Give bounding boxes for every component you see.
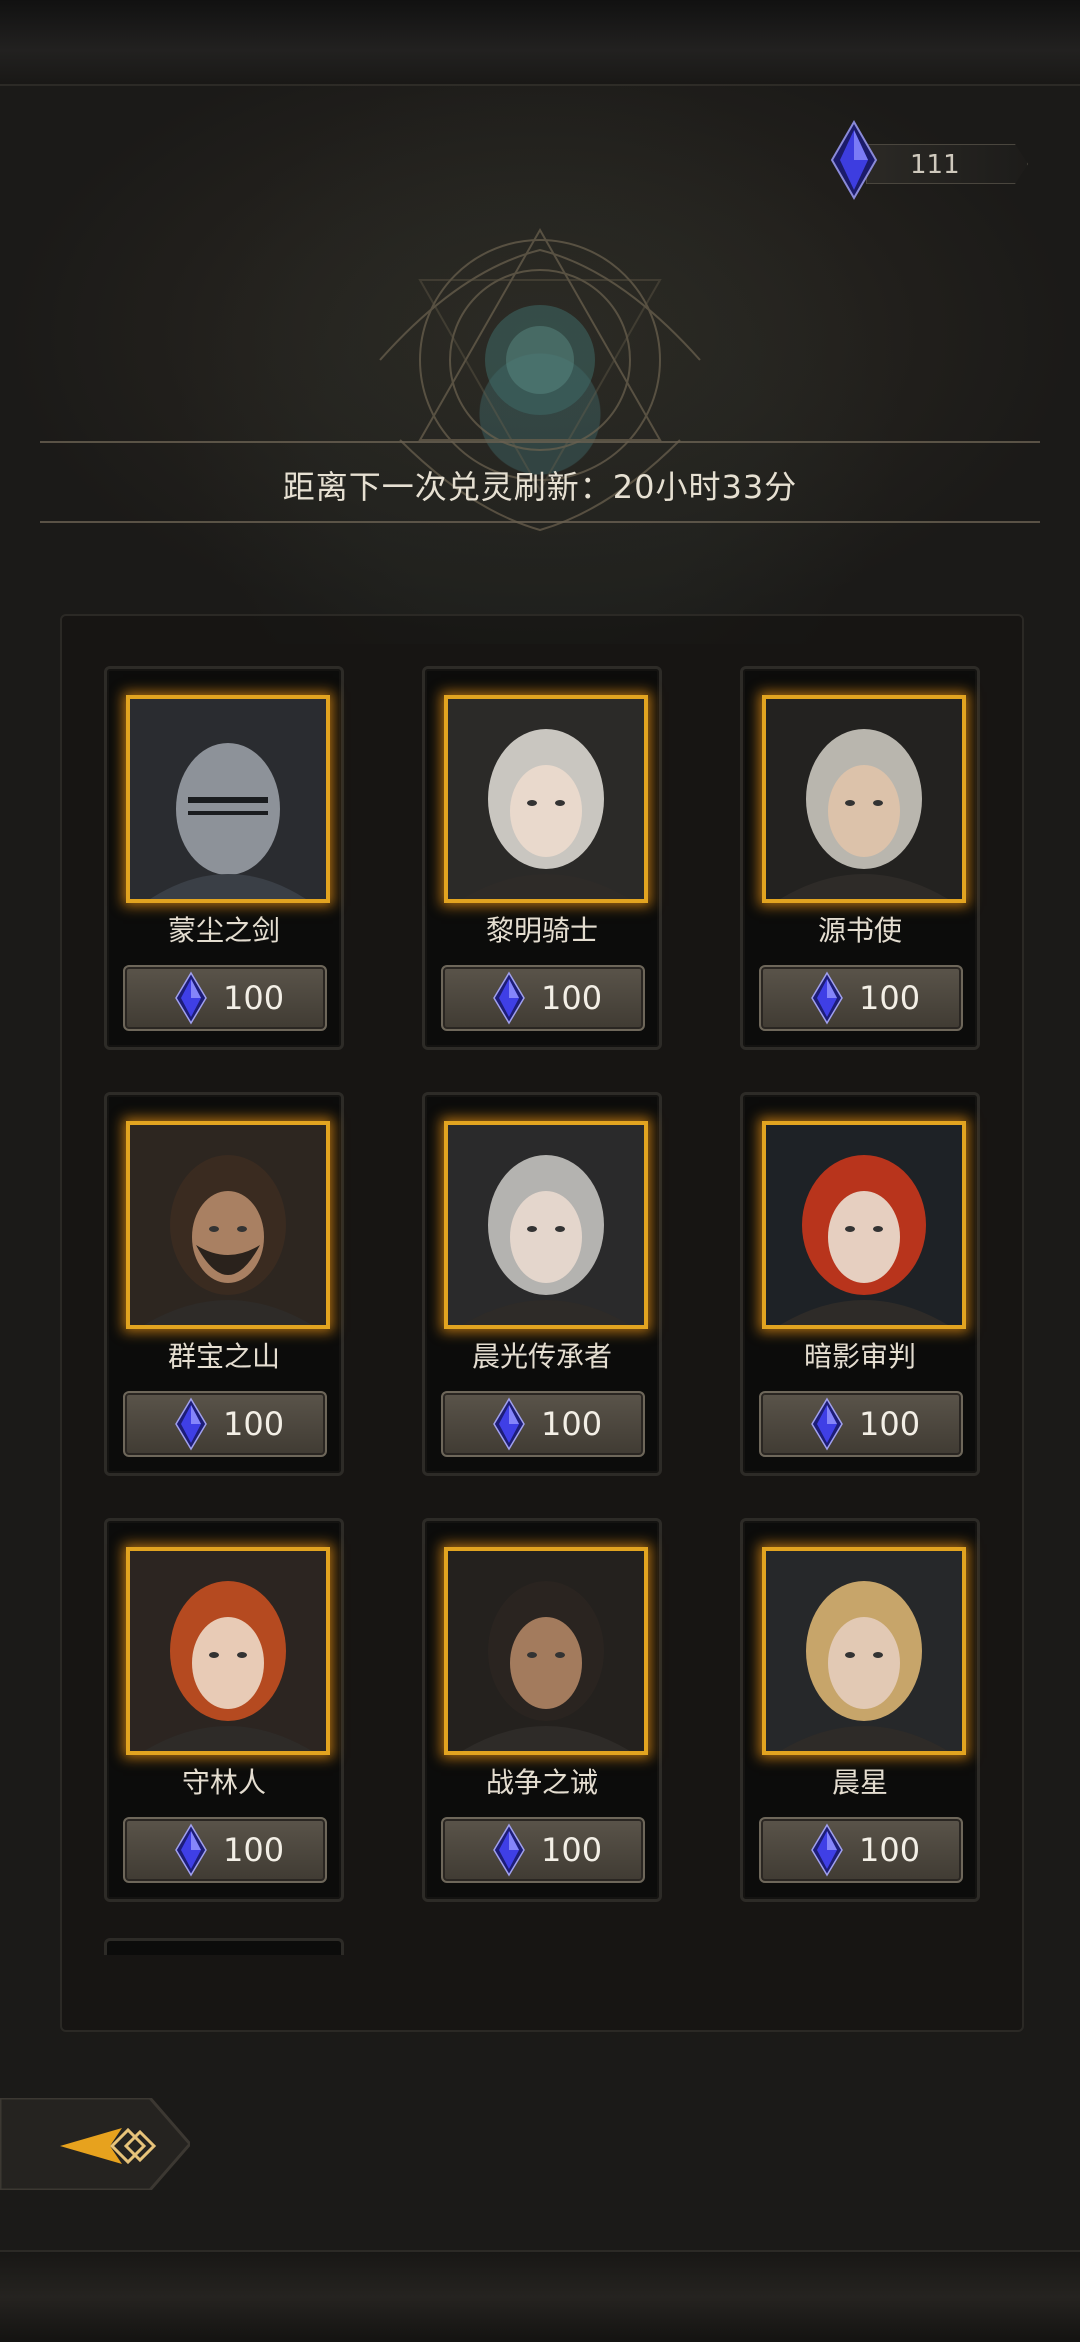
hero-portrait-frame — [444, 1547, 648, 1755]
price-button[interactable]: 100 — [441, 965, 645, 1031]
hero-card[interactable]: 蒙尘之剑 100 — [104, 666, 344, 1050]
back-button[interactable] — [0, 2098, 190, 2190]
blue-crystal-icon — [811, 1397, 843, 1451]
hero-card[interactable]: 源书使 100 — [740, 666, 980, 1050]
blue-crystal-icon — [493, 1397, 525, 1451]
hero-name: 战争之诫 — [485, 1766, 598, 1799]
price-value: 100 — [541, 1405, 603, 1443]
price-value: 100 — [859, 1405, 921, 1443]
hero-portrait-frame — [762, 1121, 966, 1329]
hero-name: 黎明骑士 — [485, 914, 598, 947]
hero-name: 源书使 — [817, 914, 902, 947]
hero-name: 守林人 — [181, 1766, 266, 1799]
price-button[interactable]: 100 — [441, 1391, 645, 1457]
hero-name: 群宝之山 — [167, 1340, 280, 1373]
red-haired-hooded-woman-portrait — [766, 1125, 962, 1325]
armored-knight-portrait — [130, 699, 326, 899]
hero-portrait-frame — [126, 695, 330, 903]
bearded-warrior-portrait — [130, 1125, 326, 1325]
price-value: 100 — [859, 1831, 921, 1869]
blue-crystal-icon — [175, 1397, 207, 1451]
price-button[interactable]: 100 — [759, 965, 963, 1031]
price-button[interactable]: 100 — [759, 1391, 963, 1457]
red-haired-ranger-portrait — [130, 1551, 326, 1751]
partial-card — [104, 1938, 344, 1955]
hero-card[interactable]: 群宝之山 100 — [104, 1092, 344, 1476]
hero-portrait-frame — [126, 1121, 330, 1329]
price-value: 100 — [541, 979, 603, 1017]
price-button[interactable]: 100 — [123, 965, 327, 1031]
price-value: 100 — [859, 979, 921, 1017]
hero-card[interactable]: 晨星 100 — [740, 1518, 980, 1902]
price-value: 100 — [223, 1405, 285, 1443]
hero-name: 蒙尘之剑 — [167, 914, 280, 947]
blue-crystal-icon — [175, 971, 207, 1025]
crowned-silver-warrior-portrait — [448, 1125, 644, 1325]
hero-card[interactable]: 黎明骑士 100 — [422, 666, 662, 1050]
silver-haired-woman-portrait — [448, 699, 644, 899]
dark-haired-warrior-portrait — [448, 1551, 644, 1751]
hero-card[interactable]: 晨光传承者 100 — [422, 1092, 662, 1476]
blue-crystal-icon — [811, 1823, 843, 1877]
price-button[interactable]: 100 — [441, 1817, 645, 1883]
hero-card[interactable]: 战争之诫 100 — [422, 1518, 662, 1902]
hero-portrait-frame — [126, 1547, 330, 1755]
currency-amount: 111 — [910, 150, 960, 180]
hero-portrait-frame — [444, 1121, 648, 1329]
price-button[interactable]: 100 — [123, 1391, 327, 1457]
top-decorative-band — [0, 0, 1080, 86]
hero-card[interactable]: 暗影审判 100 — [740, 1092, 980, 1476]
blue-crystal-icon — [493, 1823, 525, 1877]
price-button[interactable]: 100 — [123, 1817, 327, 1883]
hero-name: 晨星 — [831, 1766, 888, 1799]
blue-crystal-icon — [175, 1823, 207, 1877]
hero-portrait-frame — [444, 695, 648, 903]
curly-haired-youth-portrait — [766, 699, 962, 899]
refresh-countdown: 距离下一次兑灵刷新：20小时33分 — [282, 468, 798, 506]
price-value: 100 — [223, 1831, 285, 1869]
price-button[interactable]: 100 — [759, 1817, 963, 1883]
blonde-blindfolded-warrior-portrait — [766, 1551, 962, 1751]
hero-name: 晨光传承者 — [471, 1340, 612, 1373]
hero-name: 暗影审判 — [803, 1340, 916, 1373]
price-value: 100 — [223, 979, 285, 1017]
price-value: 100 — [541, 1831, 603, 1869]
blue-crystal-icon — [830, 120, 878, 200]
hero-card[interactable]: 守林人 100 — [104, 1518, 344, 1902]
blue-crystal-icon — [493, 971, 525, 1025]
blue-crystal-icon — [811, 971, 843, 1025]
hero-portrait-frame — [762, 1547, 966, 1755]
currency-display: 111 — [826, 120, 1030, 200]
hero-portrait-frame — [762, 695, 966, 903]
bottom-decorative-band — [0, 2250, 1080, 2342]
